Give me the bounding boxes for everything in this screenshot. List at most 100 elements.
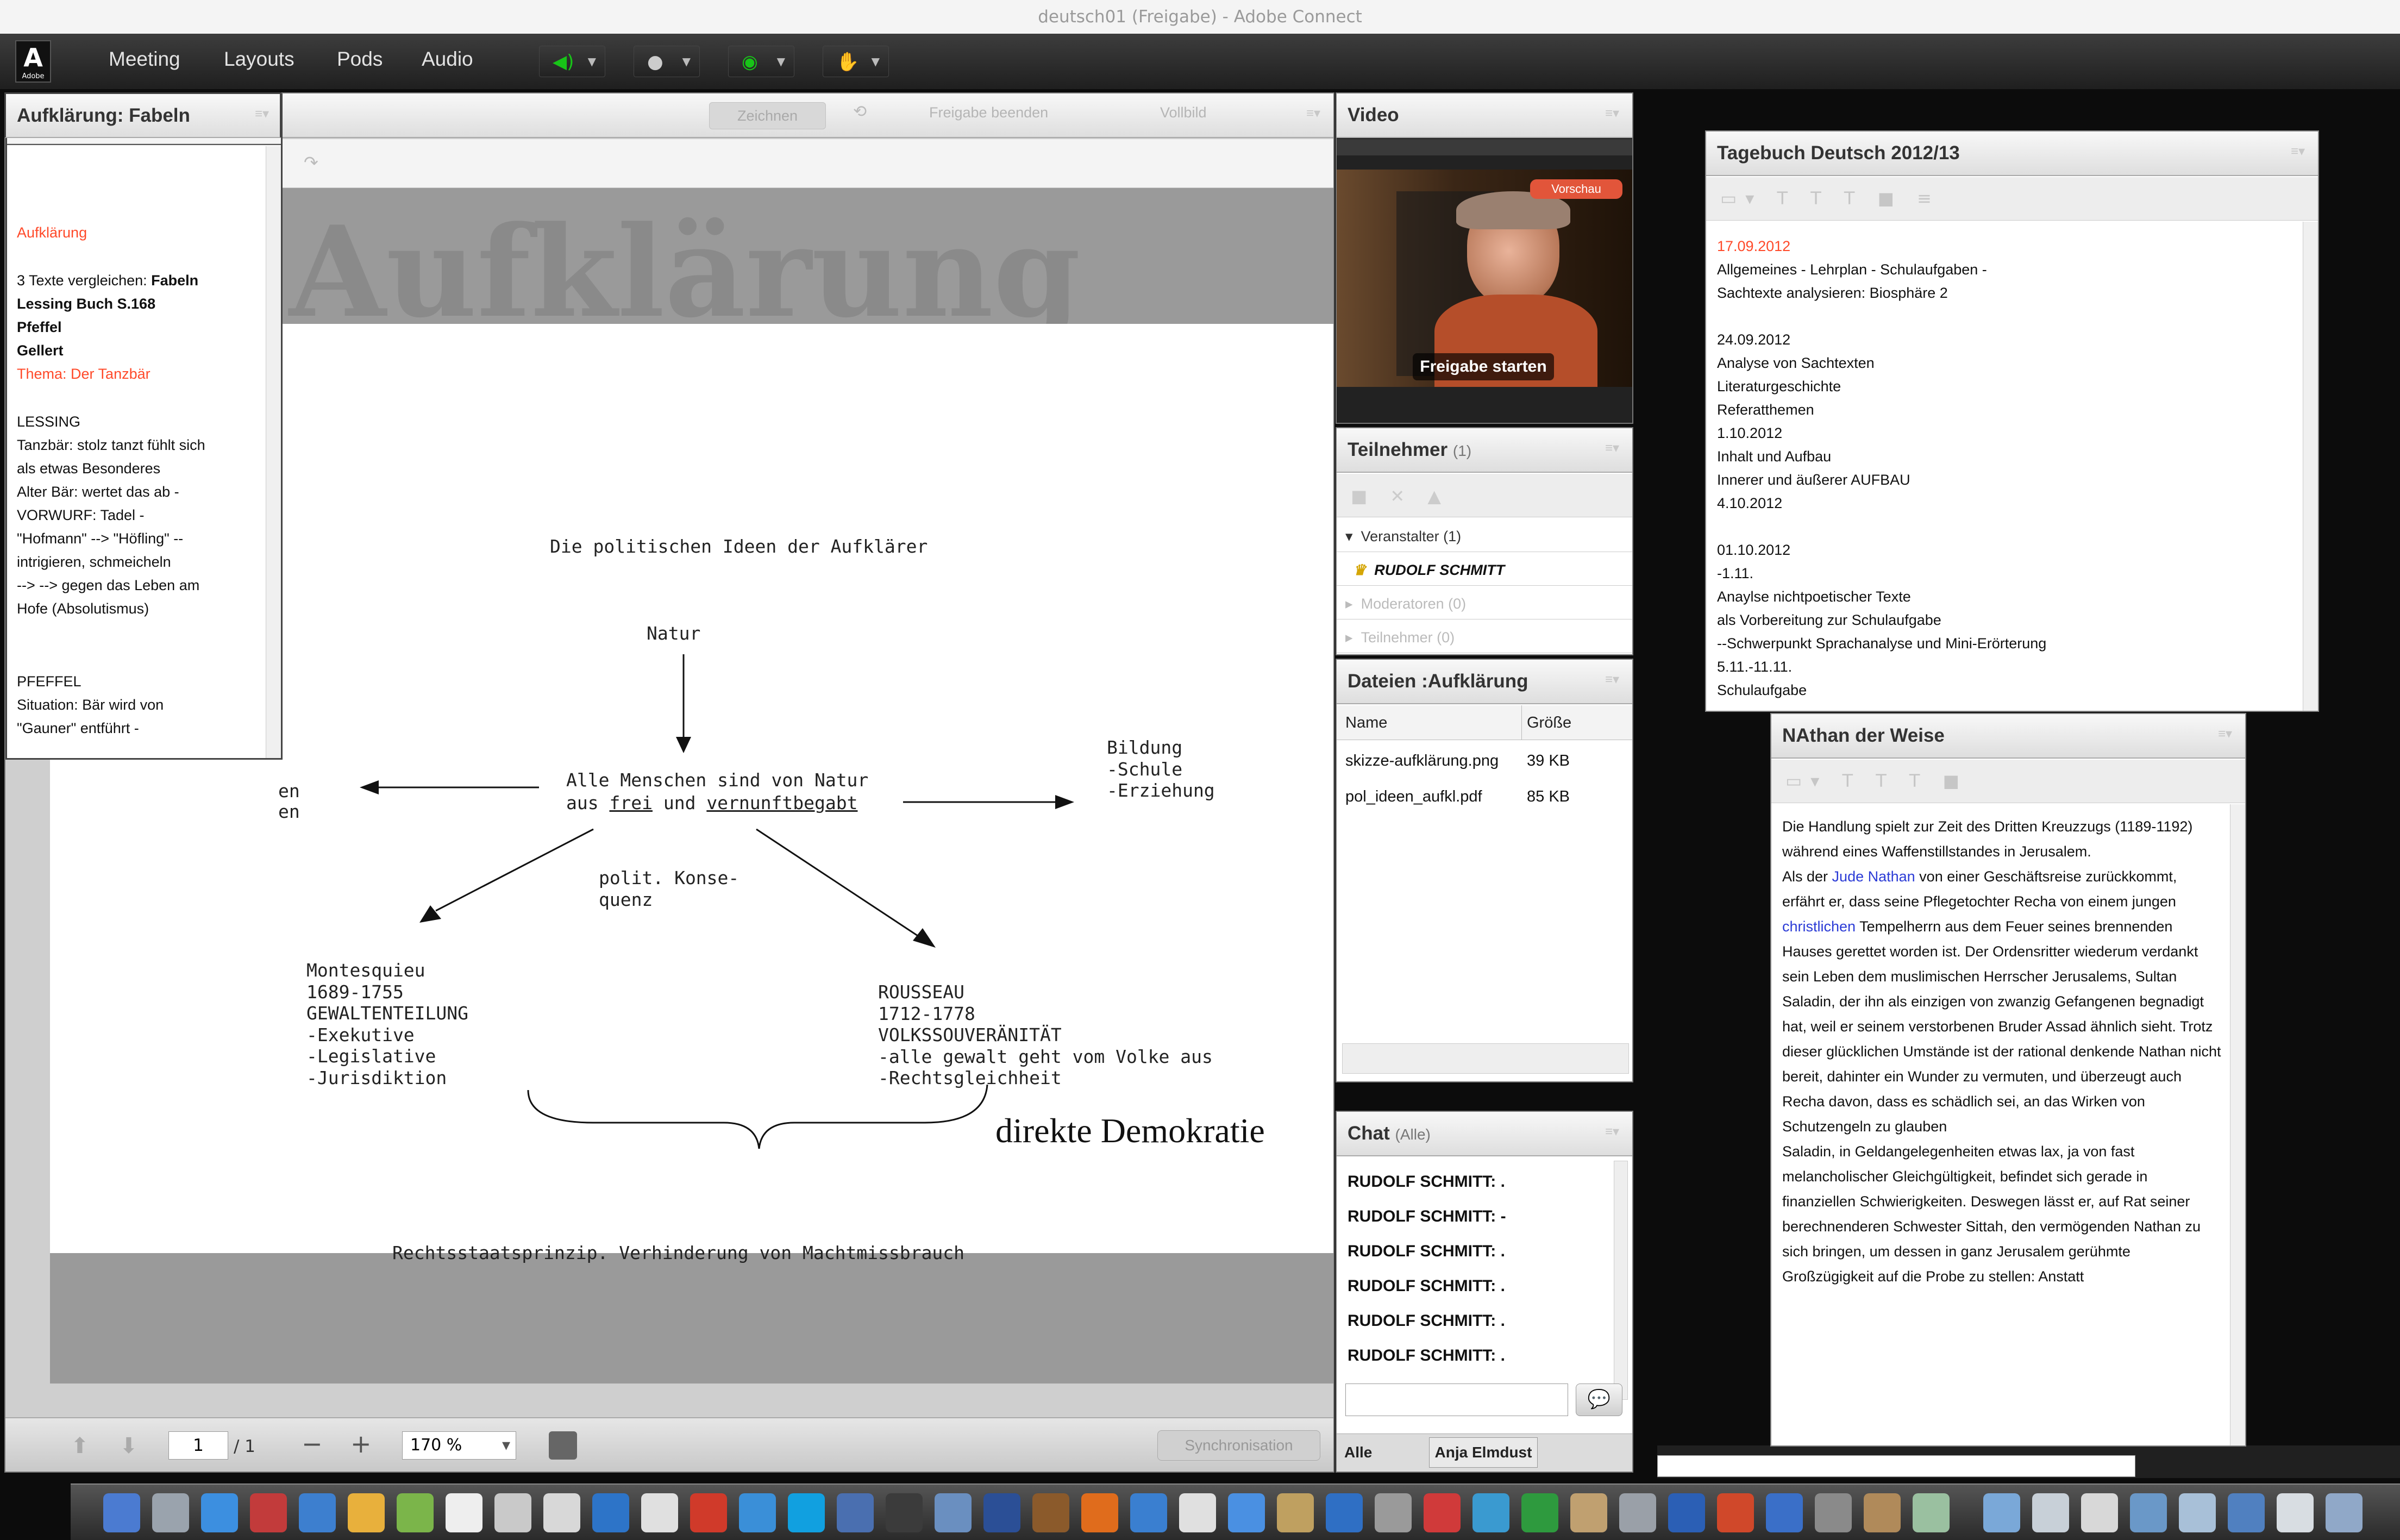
chat-tab-private[interactable]: Anja Elmdust xyxy=(1429,1437,1538,1468)
app-icon[interactable] xyxy=(1032,1493,1069,1532)
app-icon[interactable] xyxy=(886,1493,923,1532)
send-message-button[interactable]: 💬 xyxy=(1576,1384,1622,1416)
pod-menu-icon[interactable]: ≡▾ xyxy=(2291,143,2305,159)
app-icon[interactable] xyxy=(1864,1493,1901,1532)
app-icon[interactable] xyxy=(1424,1493,1461,1532)
microphone-button[interactable]: ● ▼ xyxy=(634,46,700,77)
app-icon[interactable] xyxy=(397,1493,434,1532)
diary-scrollbar[interactable] xyxy=(2303,222,2318,711)
zoom-out-icon[interactable]: − xyxy=(302,1429,323,1458)
link-christlichen[interactable]: christlichen xyxy=(1782,918,1856,935)
link-jude-nathan[interactable]: Jude Nathan xyxy=(1832,868,1915,885)
folder-icon[interactable] xyxy=(1983,1493,2020,1532)
app-icon[interactable] xyxy=(2277,1493,2314,1532)
app-icon[interactable] xyxy=(1130,1493,1167,1532)
menu-audio[interactable]: Audio xyxy=(422,48,473,71)
fit-icon[interactable] xyxy=(549,1431,577,1460)
filezilla-icon[interactable] xyxy=(690,1493,727,1532)
menu-layouts[interactable]: Layouts xyxy=(224,48,294,71)
app-icon[interactable] xyxy=(1277,1493,1314,1532)
word-icon[interactable] xyxy=(1668,1493,1705,1532)
attendee-host[interactable]: ♛ RUDOLF SCHMITT xyxy=(1337,552,1632,586)
pod-menu-icon[interactable]: ≡▾ xyxy=(1605,440,1619,456)
folder-icon[interactable] xyxy=(2179,1493,2216,1532)
app-icon[interactable] xyxy=(592,1493,629,1532)
pod-menu-icon[interactable]: ≡▾ xyxy=(2218,726,2232,742)
start-sharing-button[interactable]: Freigabe starten xyxy=(1413,353,1554,380)
photoshop-icon[interactable] xyxy=(983,1493,1020,1532)
pod-menu-icon[interactable]: ≡▾ xyxy=(1306,105,1320,121)
notes-pod-header: Aufklärung: Fabeln ≡▾ xyxy=(4,92,281,138)
app-icon[interactable] xyxy=(641,1493,678,1532)
itunes-icon[interactable] xyxy=(1472,1493,1509,1532)
app-icon[interactable] xyxy=(1913,1493,1950,1532)
pod-menu-icon[interactable]: ≡▾ xyxy=(1605,105,1619,121)
pointer-icon[interactable]: ⟲ xyxy=(853,102,867,121)
app-icon[interactable] xyxy=(1619,1493,1656,1532)
pod-menu-icon[interactable]: ≡▾ xyxy=(1605,672,1619,687)
excel-icon[interactable] xyxy=(1521,1493,1558,1532)
attendee-tools-icon[interactable]: ■ ✕ ▲ xyxy=(1351,486,1450,506)
app-icon[interactable] xyxy=(739,1493,776,1532)
app-icon[interactable] xyxy=(299,1493,336,1532)
diary-format-icon[interactable]: ▭▾ T T T ■ ≡ xyxy=(1720,188,1940,209)
column-name[interactable]: Name xyxy=(1345,714,1387,732)
group-hosts[interactable]: ▾ Veranstalter (1) xyxy=(1337,518,1632,552)
document-icon[interactable] xyxy=(2081,1493,2118,1532)
hand-icon: ✋ xyxy=(836,51,860,73)
zoom-in-icon[interactable]: + xyxy=(350,1429,372,1458)
page-up-icon[interactable]: ⬆ xyxy=(71,1433,89,1458)
group-presenters[interactable]: ▸ Moderatoren (0) xyxy=(1337,586,1632,619)
raise-hand-button[interactable]: ✋ ▼ xyxy=(823,46,889,77)
app-icon[interactable] xyxy=(1815,1493,1852,1532)
finder-icon[interactable] xyxy=(103,1493,140,1532)
nathan-scrollbar[interactable] xyxy=(2230,804,2245,1445)
skype-icon[interactable] xyxy=(788,1493,825,1532)
sync-button[interactable]: Synchronisation xyxy=(1157,1430,1320,1461)
safari-icon[interactable] xyxy=(1228,1493,1265,1532)
app-icon[interactable] xyxy=(1570,1493,1607,1532)
file-row[interactable]: skizze-aufklärung.png 39 KB xyxy=(1337,743,1632,778)
app-icon[interactable] xyxy=(1179,1493,1216,1532)
pod-menu-icon[interactable]: ≡▾ xyxy=(255,106,269,122)
menu-meeting[interactable]: Meeting xyxy=(109,48,180,71)
webcam-button[interactable]: ◉ ▼ xyxy=(728,46,794,77)
folder-icon[interactable] xyxy=(2032,1493,2069,1532)
chat-message: RUDOLF SCHMITT: . xyxy=(1348,1277,1505,1295)
calendar-icon[interactable] xyxy=(446,1493,482,1532)
app-icon[interactable] xyxy=(2228,1493,2265,1532)
firefox-icon[interactable] xyxy=(1081,1493,1118,1532)
column-size[interactable]: Größe xyxy=(1527,714,1571,732)
folder-icon[interactable] xyxy=(348,1493,385,1532)
twitter-icon[interactable] xyxy=(201,1493,238,1532)
app-icon[interactable] xyxy=(1766,1493,1803,1532)
app-icon[interactable] xyxy=(250,1493,287,1532)
app-icon[interactable] xyxy=(494,1493,531,1532)
files-pod-header: Dateien :Aufklärung ≡▾ xyxy=(1337,660,1632,704)
app-icon[interactable] xyxy=(1375,1493,1412,1532)
fullscreen-button[interactable]: Vollbild xyxy=(1160,104,1207,121)
folder-icon[interactable] xyxy=(2130,1493,2167,1532)
chat-input[interactable] xyxy=(1345,1384,1568,1416)
nathan-format-icon[interactable]: ▭▾ T T T ■ xyxy=(1785,771,1968,791)
app-icon[interactable] xyxy=(1326,1493,1363,1532)
speaker-button[interactable]: ◀) ▼ xyxy=(539,46,605,77)
powerpoint-icon[interactable] xyxy=(1717,1493,1754,1532)
stop-sharing-button[interactable]: Freigabe beenden xyxy=(929,104,1048,121)
group-participants[interactable]: ▸ Teilnehmer (0) xyxy=(1337,619,1632,653)
app-icon[interactable] xyxy=(543,1493,580,1532)
menu-pods[interactable]: Pods xyxy=(337,48,383,71)
app-icon[interactable] xyxy=(837,1493,874,1532)
draw-button[interactable]: Zeichnen xyxy=(709,102,826,129)
chat-tab-all[interactable]: Alle xyxy=(1344,1444,1372,1461)
app-icon[interactable] xyxy=(935,1493,972,1532)
zoom-select[interactable]: 170 % ▾ xyxy=(402,1431,516,1460)
attendees-pod-title: Teilnehmer xyxy=(1348,439,1448,460)
system-icon[interactable] xyxy=(152,1493,189,1532)
chat-scrollbar[interactable] xyxy=(1614,1161,1628,1400)
file-row[interactable]: pol_ideen_aufkl.pdf 85 KB xyxy=(1337,779,1632,814)
trash-icon[interactable] xyxy=(2326,1493,2363,1532)
pod-menu-icon[interactable]: ≡▾ xyxy=(1605,1124,1619,1140)
page-number-input[interactable]: 1 xyxy=(168,1431,228,1460)
page-down-icon[interactable]: ⬇ xyxy=(120,1433,138,1458)
